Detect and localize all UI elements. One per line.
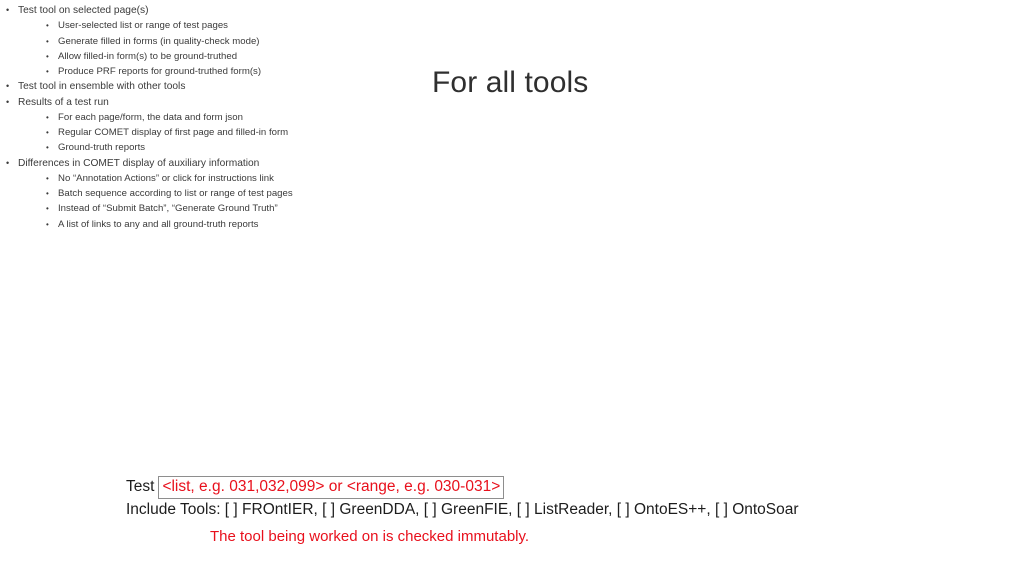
list-item-label: Regular COMET display of first page and … [58, 127, 289, 138]
list-item-label: Results of a test run [18, 96, 109, 108]
list-item-label: Test tool on selected page(s) [18, 5, 149, 16]
list-item: • User-selected list or range of test pa… [0, 18, 420, 33]
list-item: • Test tool in ensemble with other tools [0, 79, 420, 94]
list-item-label: Test tool in ensemble with other tools [18, 81, 186, 93]
list-item: • Generate filled in forms (in quality-c… [0, 34, 420, 49]
test-range-row: Test <list, e.g. 031,032,099> or <range,… [126, 475, 926, 499]
list-item-label: User-selected list or range of test page… [58, 20, 228, 32]
list-item: • Allow filled-in form(s) to be ground-t… [0, 49, 420, 64]
list-item: • No “Annotation Actions” or click for i… [0, 171, 420, 186]
bullet-icon: • [46, 204, 49, 214]
bullet-icon: • [46, 143, 49, 153]
include-tools-row[interactable]: Include Tools: [ ] FROntIER, [ ] GreenDD… [126, 499, 926, 521]
list-item: • Regular COMET display of first page an… [0, 125, 420, 140]
bullet-icon: • [6, 157, 10, 168]
list-item-label: For each page/form, the data and form js… [58, 111, 243, 123]
list-item-label: Ground-truth reports [58, 142, 146, 154]
immutable-check-note: The tool being worked on is checked immu… [210, 528, 530, 545]
bullet-icon: • [46, 112, 49, 122]
list-item-label: Allow filled-in form(s) to be ground-tru… [58, 50, 238, 62]
list-item-label: Batch sequence according to list or rang… [58, 188, 293, 199]
list-item: • Produce PRF reports for ground-truthed… [0, 64, 420, 79]
bullet-icon: • [46, 67, 49, 76]
list-item-label: No “Annotation Actions” or click for ins… [58, 172, 274, 184]
test-form-mockup: Test <list, e.g. 031,032,099> or <range,… [126, 475, 926, 548]
list-item-label: Instead of “Submit Batch”, “Generate Gro… [58, 203, 278, 215]
bullet-icon: • [6, 96, 10, 107]
list-item: • Differences in COMET display of auxili… [0, 156, 420, 171]
bullet-icon: • [46, 173, 49, 183]
test-label: Test [126, 478, 155, 495]
list-item-label: Produce PRF reports for ground-truthed f… [58, 66, 262, 77]
list-item: • Results of a test run [0, 95, 420, 110]
list-item-label: A list of links to any and all ground-tr… [58, 218, 259, 230]
list-item: • For each page/form, the data and form … [0, 110, 420, 125]
list-item: • Test tool on selected page(s) [0, 3, 420, 18]
list-item-label: Differences in COMET display of auxiliar… [18, 157, 260, 169]
bullet-icon: • [46, 51, 49, 61]
list-item: • Batch sequence according to list or ra… [0, 186, 420, 201]
bullet-icon: • [46, 189, 49, 198]
list-item-label: Generate filled in forms (in quality-che… [58, 35, 260, 47]
list-item: • A list of links to any and all ground-… [0, 217, 420, 232]
bullet-icon: • [46, 36, 49, 46]
page-title: For all tools [432, 66, 589, 99]
bullet-icon: • [46, 219, 49, 229]
bullet-icon: • [46, 21, 49, 31]
bullet-icon: • [6, 5, 10, 15]
list-item: • Instead of “Submit Batch”, “Generate G… [0, 201, 420, 216]
slide-canvas: For all tools • Test tool on selected pa… [0, 0, 1024, 576]
list-item: • Ground-truth reports [0, 140, 420, 155]
bullet-list: • Test tool on selected page(s) • User-s… [0, 3, 420, 232]
bullet-icon: • [46, 128, 49, 137]
test-range-input[interactable]: <list, e.g. 031,032,099> or <range, e.g.… [158, 475, 505, 499]
bullet-icon: • [6, 81, 10, 92]
